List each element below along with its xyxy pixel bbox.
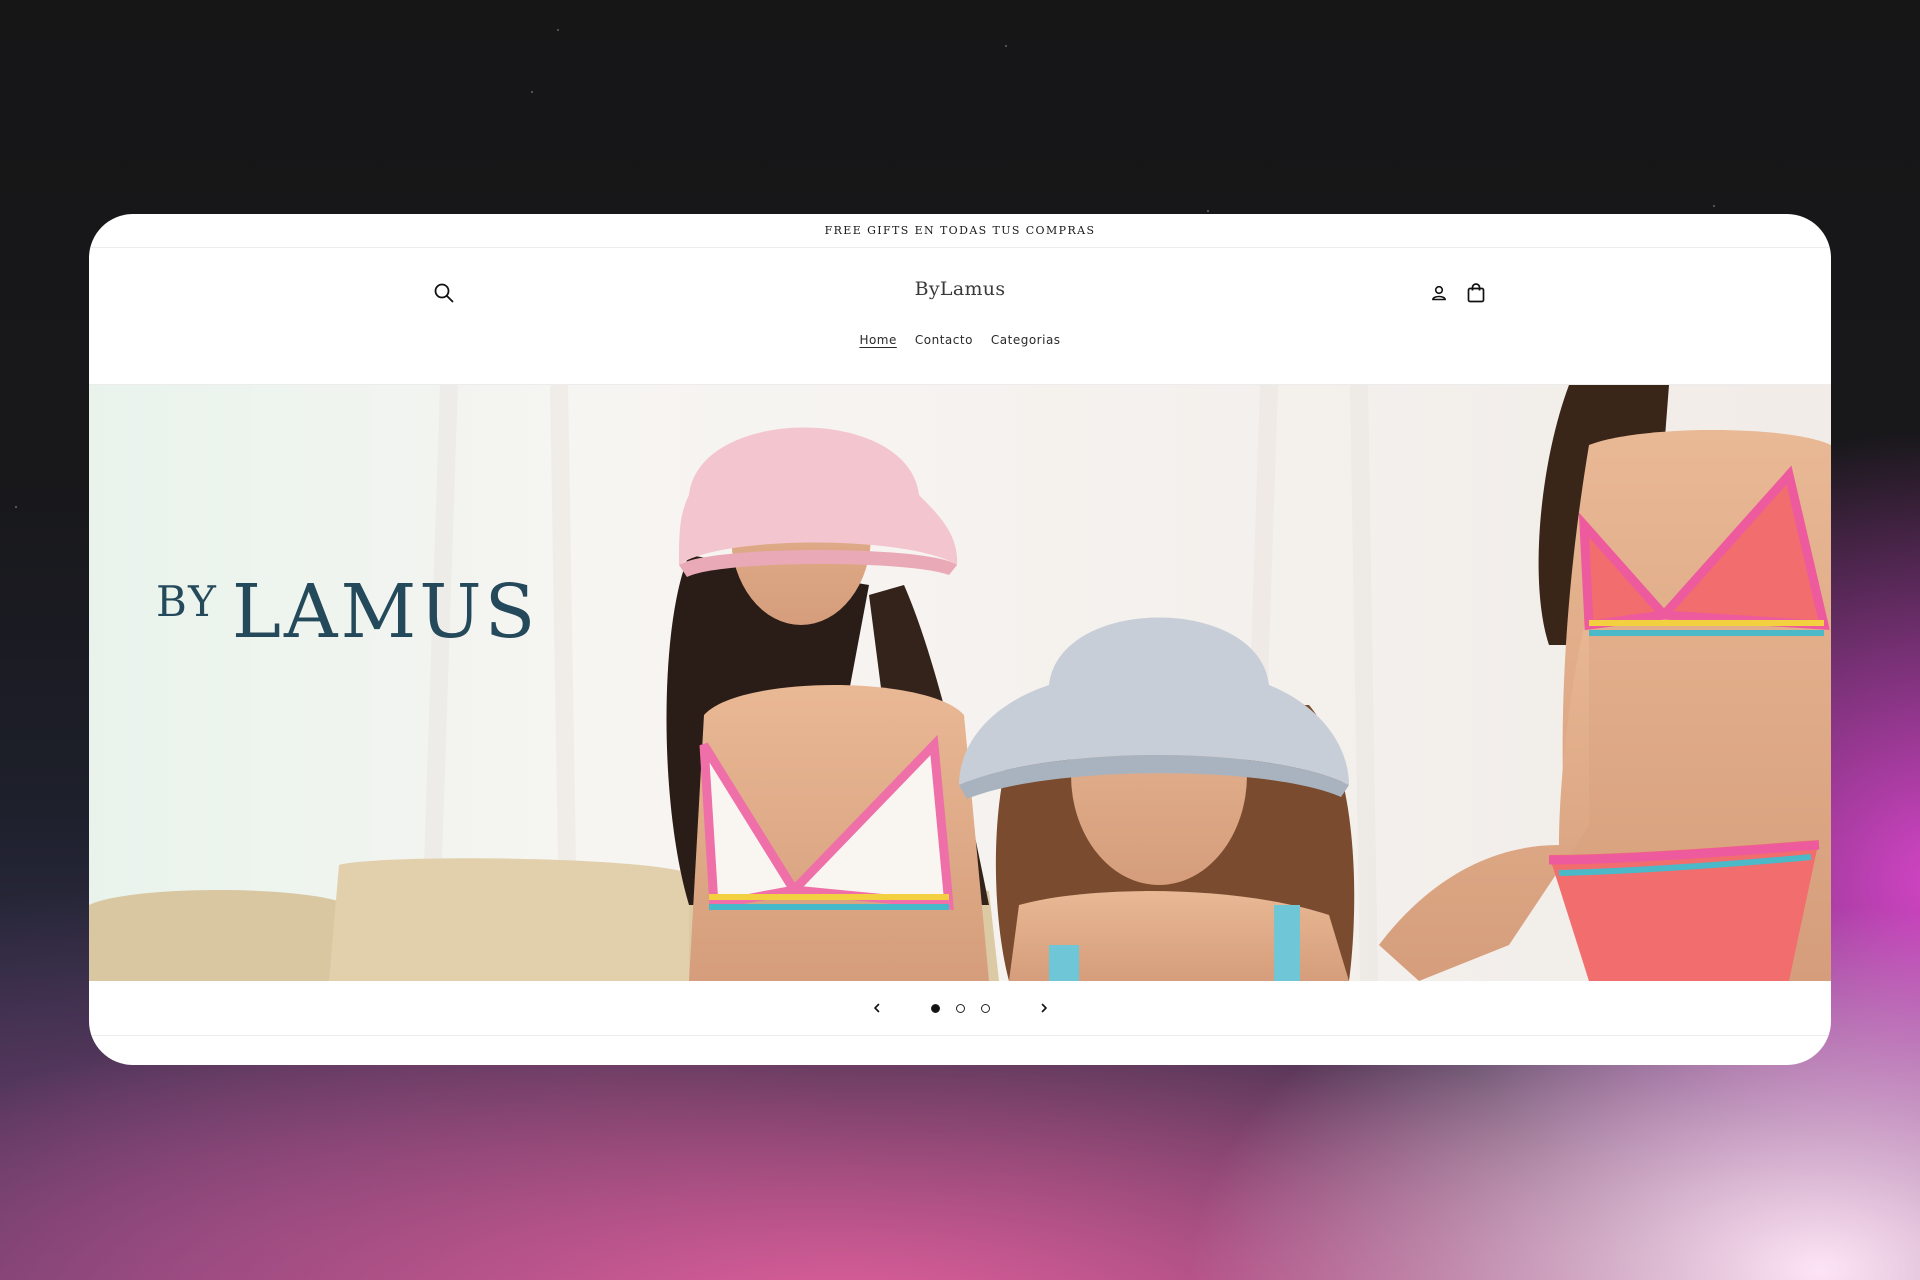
hero-logo-prefix: BY (156, 577, 218, 626)
brand-logo[interactable]: ByLamus (89, 278, 1831, 300)
announcement-bar: FREE GIFTS EN TODAS TUS COMPRAS (89, 214, 1831, 248)
hero-logo-main: LAMUS (231, 569, 539, 655)
cart-button[interactable] (1461, 278, 1491, 308)
slideshow-controls (89, 981, 1831, 1036)
site-header: ByLamus Home Contacto Categorias (89, 248, 1831, 385)
chevron-left-icon (873, 1003, 879, 1013)
account-button[interactable] (1426, 280, 1452, 306)
announcement-text: FREE GIFTS EN TODAS TUS COMPRAS (824, 224, 1096, 237)
nav-item-contacto[interactable]: Contacto (915, 333, 973, 347)
shopping-bag-icon (1467, 283, 1485, 303)
next-slide-button[interactable] (1030, 994, 1058, 1022)
slide-dot-2[interactable] (955, 1003, 965, 1013)
chevron-right-icon (1041, 1003, 1047, 1013)
nav-item-home[interactable]: Home (859, 333, 896, 347)
previous-slide-button[interactable] (863, 994, 891, 1022)
hero-banner[interactable]: BY LAMUS (89, 385, 1831, 981)
slide-indicators (930, 1003, 990, 1013)
nav-item-categorias[interactable]: Categorias (991, 333, 1061, 347)
main-navigation: Home Contacto Categorias (89, 333, 1831, 347)
user-icon (1432, 285, 1446, 301)
hero-image (89, 385, 1831, 981)
hero-logo: BY LAMUS (156, 575, 538, 649)
slide-dot-3[interactable] (980, 1003, 990, 1013)
slide-dot-1[interactable] (930, 1003, 940, 1013)
browser-window: FREE GIFTS EN TODAS TUS COMPRAS ByLamus … (89, 214, 1831, 1065)
